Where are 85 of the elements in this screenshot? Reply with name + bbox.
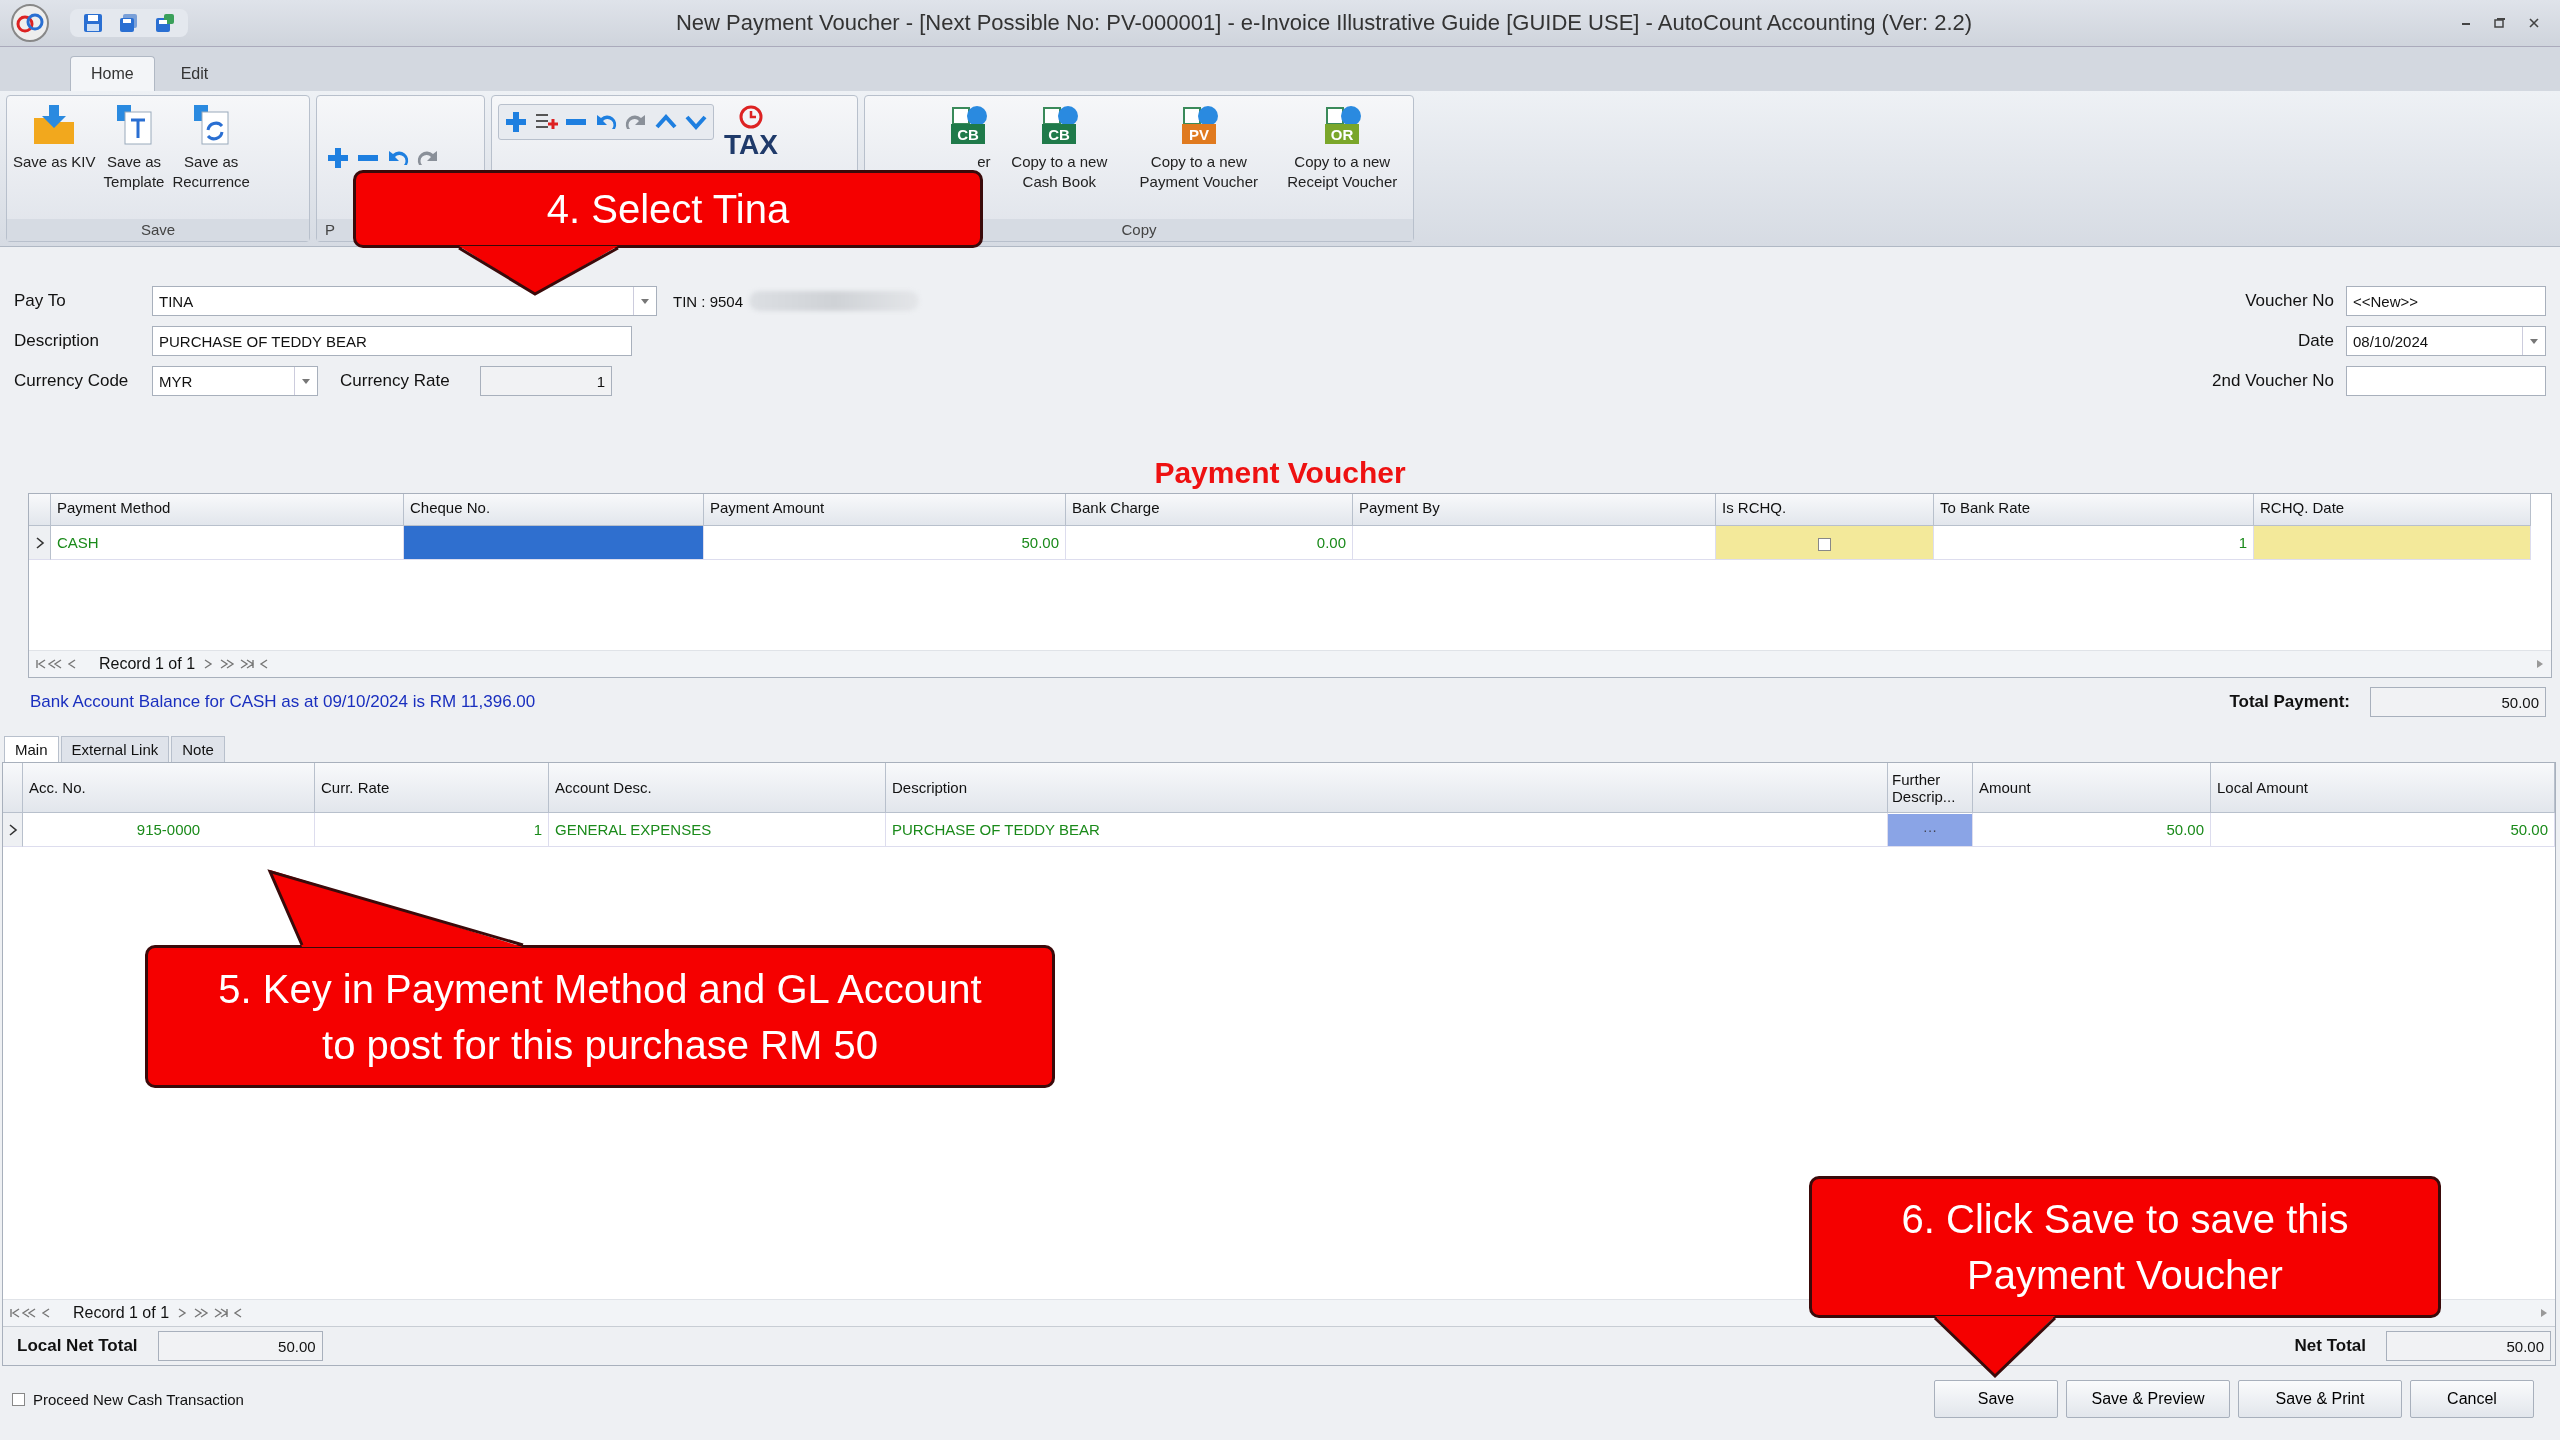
net-total-field[interactable]: 50.00 <box>2386 1331 2551 1361</box>
dropdown-caret-icon[interactable] <box>302 378 310 384</box>
ribbon-tab[interactable]: Home <box>70 56 155 91</box>
ribbon-button[interactable]: Save as Template <box>99 100 169 194</box>
local-net-total-field[interactable]: 50.00 <box>157 1331 323 1361</box>
ribbon-button[interactable]: PV Copy to a new Payment Voucher <box>1124 100 1274 194</box>
group-label: Save <box>7 219 309 241</box>
section-title: Payment Voucher <box>1153 455 1407 491</box>
field-label: 2nd Voucher No <box>2212 371 2334 391</box>
column-header[interactable]: Further Descrip... <box>1888 763 1973 813</box>
table-cell: CASH <box>51 526 404 560</box>
column-header[interactable]: Is RCHQ. <box>1716 494 1934 526</box>
tab[interactable]: Main <box>4 736 59 762</box>
ribbon-tab[interactable]: Edit <box>160 57 229 91</box>
column-header[interactable]: Payment Amount <box>704 494 1066 526</box>
column-header[interactable]: Bank Charge <box>1066 494 1353 526</box>
app-logo-icon[interactable] <box>10 3 50 43</box>
table-cell: 50.00 <box>2211 813 2555 847</box>
total-payment-label: Total Payment: <box>2229 692 2350 712</box>
column-header[interactable]: To Bank Rate <box>1934 494 2254 526</box>
action-button[interactable]: Cancel <box>2410 1380 2534 1418</box>
column-header[interactable]: Payment By <box>1353 494 1716 526</box>
add-icon[interactable] <box>503 109 529 135</box>
restore-icon[interactable] <box>2494 17 2506 29</box>
ribbon-button[interactable]: CB Copy to a new Cash Book <box>994 100 1125 194</box>
column-header[interactable]: Curr. Rate <box>315 763 549 813</box>
ribbon-button[interactable]: Save as Recurrence <box>168 100 254 194</box>
action-button[interactable]: Save <box>1934 1380 2058 1418</box>
column-header[interactable]: Amount <box>1973 763 2211 813</box>
record-counter: Record 1 of 1 <box>73 1304 170 1322</box>
column-header[interactable]: Acc. No. <box>23 763 315 813</box>
field-label: Date <box>2298 331 2334 351</box>
column-header[interactable]: Local Amount <box>2211 763 2555 813</box>
table-cell: 50.00 <box>704 526 1066 560</box>
table-cell: 0.00 <box>1066 526 1353 560</box>
save-copy-icon[interactable] <box>118 12 140 34</box>
table-cell: PURCHASE OF TEDDY BEAR <box>886 813 1888 847</box>
currency-code-dropdown[interactable]: MYR <box>152 366 318 396</box>
column-header[interactable]: Description <box>886 763 1888 813</box>
table-cell: 1 <box>1934 526 2254 560</box>
dropdown-caret-icon[interactable] <box>2530 338 2538 344</box>
column-header[interactable]: Cheque No. <box>404 494 704 526</box>
tab[interactable]: External Link <box>60 736 170 762</box>
save-all-icon[interactable] <box>154 12 176 34</box>
table-cell: 50.00 <box>1973 813 2211 847</box>
close-icon[interactable] <box>2528 17 2540 29</box>
tin-text: TIN : 9504 <box>673 292 744 310</box>
bank-balance-text: Bank Account Balance for CASH as at 09/10/2024 is RM 11,396.00 <box>30 692 536 712</box>
column-header[interactable]: Account Desc. <box>549 763 886 813</box>
save-icon[interactable] <box>82 12 104 34</box>
total-label: Net Total <box>2294 1336 2366 1356</box>
table-cell: 1 <box>315 813 549 847</box>
dropdown-caret-icon[interactable] <box>641 298 649 304</box>
column-header[interactable]: RCHQ. Date <box>2254 494 2531 526</box>
field-label: Pay To <box>14 291 67 311</box>
action-button[interactable]: Save & Print <box>2238 1380 2402 1418</box>
second-voucher-no-field[interactable] <box>2346 366 2546 396</box>
clock-icon <box>737 104 764 130</box>
description-field[interactable]: PURCHASE OF TEDDY BEAR <box>152 326 632 356</box>
field-label: Currency Code <box>14 371 130 391</box>
more-button[interactable]: ··· <box>1888 813 1972 846</box>
record-counter: Record 1 of 1 <box>99 655 196 673</box>
table-cell: GENERAL EXPENSES <box>549 813 886 847</box>
voucher-no-field[interactable]: <<New>> <box>2346 286 2546 316</box>
window-title: New Payment Voucher - [Next Possible No: PV-000001] - e-Invoice Illustrative Guide [GUIDE USE] - AutoCount Accounting (Ver: 2.2) <box>674 10 1974 36</box>
total-payment-field[interactable]: 50.00 <box>2370 687 2546 717</box>
tab[interactable]: Note <box>171 736 225 762</box>
table-cell: 915-0000 <box>23 813 315 847</box>
checkbox[interactable] <box>1818 537 1831 551</box>
field-label: Currency Rate <box>340 371 451 391</box>
tax-button[interactable]: TAX <box>724 104 778 160</box>
pay-to-dropdown[interactable]: TINA <box>152 286 657 316</box>
currency-rate-field[interactable]: 1 <box>480 366 612 396</box>
checkbox[interactable] <box>12 1392 25 1406</box>
action-button[interactable]: Save & Preview <box>2066 1380 2230 1418</box>
scroll-right-icon[interactable] <box>2535 658 2545 670</box>
ribbon-button[interactable]: Save as KIV <box>9 100 100 174</box>
checkbox-label: Proceed New Cash Transaction <box>33 1390 244 1408</box>
field-label: Description <box>14 331 101 351</box>
date-field[interactable]: 08/10/2024 <box>2346 326 2546 356</box>
scroll-right-icon[interactable] <box>2539 1307 2549 1319</box>
column-header[interactable]: Payment Method <box>51 494 404 526</box>
ribbon-button[interactable]: OR Copy to a new Receipt Voucher <box>1273 100 1411 194</box>
total-label: Local Net Total <box>17 1336 138 1356</box>
field-label: Voucher No <box>2245 291 2334 311</box>
